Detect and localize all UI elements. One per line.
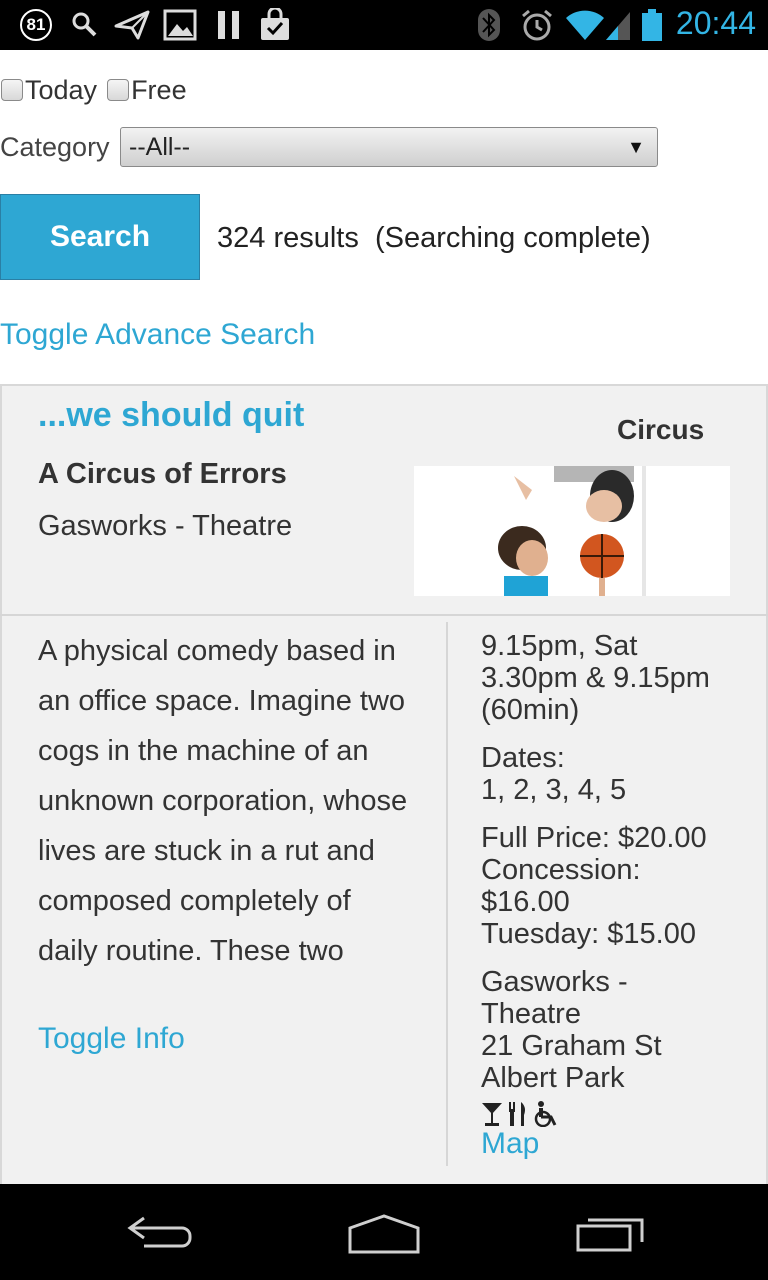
event-prices: Full Price: $20.00 Concession: $16.00 Tu…	[481, 822, 751, 950]
food-icon	[509, 1102, 525, 1126]
time-line: 3.30pm & 9.15pm	[481, 662, 710, 694]
wheelchair-icon	[534, 1101, 557, 1127]
filter-checkboxes: Today Free	[0, 72, 187, 108]
address-line: Gasworks -	[481, 966, 628, 998]
event-photo[interactable]	[414, 466, 730, 596]
time-line: (60min)	[481, 694, 580, 726]
shopping-bag-icon	[261, 8, 289, 40]
map-link[interactable]: Map	[481, 1128, 751, 1160]
search-button[interactable]: Search	[0, 194, 200, 280]
image-icon	[163, 9, 197, 41]
recent-apps-icon[interactable]	[574, 1214, 646, 1254]
category-select[interactable]: --All-- ▼	[120, 127, 658, 167]
event-title-link[interactable]: ...we should quit	[38, 396, 304, 435]
price-line: $16.00	[481, 886, 570, 918]
card-divider-horizontal	[0, 614, 768, 616]
address-line: Theatre	[481, 998, 581, 1030]
home-icon[interactable]	[346, 1212, 422, 1254]
category-row: Category	[0, 126, 110, 168]
bluetooth-icon	[478, 9, 500, 41]
wifi-icon	[566, 10, 604, 40]
event-details: 9.15pm, Sat 3.30pm & 9.15pm (60min) Date…	[481, 630, 751, 1160]
price-line: Concession:	[481, 854, 641, 886]
amenity-icons	[481, 1100, 751, 1128]
pause-icon	[218, 11, 239, 39]
today-label: Today	[25, 74, 98, 105]
category-label: Category	[0, 131, 110, 162]
dates-value: 1, 2, 3, 4, 5	[481, 774, 627, 806]
search-icon	[72, 12, 97, 37]
back-icon[interactable]	[124, 1214, 196, 1254]
toggle-info-link[interactable]: Toggle Info	[38, 1022, 185, 1056]
free-checkbox[interactable]	[107, 79, 130, 101]
price-line: Tuesday: $15.00	[481, 918, 696, 950]
address-line: Albert Park	[481, 1062, 625, 1094]
today-checkbox[interactable]	[1, 79, 23, 101]
card-divider-vertical	[446, 622, 448, 1166]
alarm-icon	[522, 9, 552, 41]
send-icon	[114, 10, 150, 40]
battery-icon	[642, 9, 662, 41]
event-address: Gasworks - Theatre 21 Graham St Albert P…	[481, 966, 751, 1094]
status-clock: 20:44	[675, 5, 756, 41]
signal-icon	[606, 12, 630, 40]
time-line: 9.15pm, Sat	[481, 630, 638, 662]
category-selected-value: --All--	[129, 133, 191, 161]
dates-label: Dates:	[481, 742, 565, 774]
event-dates: Dates: 1, 2, 3, 4, 5	[481, 742, 751, 806]
notification-count-badge: 81	[20, 9, 52, 41]
navigation-bar	[0, 1184, 768, 1280]
free-label: Free	[131, 74, 187, 105]
event-subtitle: A Circus of Errors	[38, 458, 287, 490]
toggle-advance-search-link[interactable]: Toggle Advance Search	[0, 318, 315, 352]
event-venue: Gasworks - Theatre	[38, 510, 293, 542]
results-count: 324 results (Searching complete)	[217, 222, 651, 254]
bar-icon	[482, 1103, 502, 1126]
address-line: 21 Graham St	[481, 1030, 662, 1062]
status-bar: 81 20:44	[0, 0, 768, 50]
event-category: Circus	[617, 414, 705, 445]
price-line: Full Price: $20.00	[481, 822, 707, 854]
event-description: A physical comedy based in an office spa…	[38, 635, 408, 967]
event-times: 9.15pm, Sat 3.30pm & 9.15pm (60min)	[481, 630, 751, 726]
dropdown-arrow-icon: ▼	[627, 137, 645, 157]
